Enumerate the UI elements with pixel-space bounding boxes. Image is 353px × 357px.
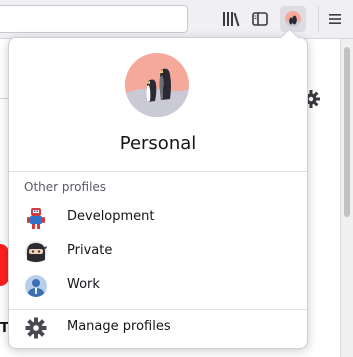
manage-profiles-label: Manage profiles [67,319,171,334]
robot-avatar-icon [27,208,45,229]
profile-label-work: Work [67,277,100,292]
panel-separator-top [9,171,307,172]
sidebar-button[interactable] [247,6,273,32]
library-button[interactable] [218,6,244,32]
app-menu-button[interactable] [322,6,348,32]
panel-separator-bottom [9,309,307,310]
gear-icon [25,317,47,339]
hamburger-menu-icon [329,14,341,24]
profile-avatar-icon [285,11,301,27]
scrollbar-thumb[interactable] [344,47,350,217]
profile-button[interactable] [280,6,306,32]
ninja-avatar-icon [25,241,47,263]
url-bar[interactable] [0,5,188,33]
profiles-panel: Personal Other profiles Development Priv… [8,37,308,349]
browser-toolbar [0,0,353,39]
library-icon [223,12,240,27]
current-profile-name: Personal [119,133,197,154]
page-scrollbar[interactable] [340,39,353,357]
manage-profiles-button[interactable]: Manage profiles [17,313,299,343]
other-profiles-heading: Other profiles [24,180,107,194]
penguin-avatar-icon [125,53,189,117]
toolbar-separator [318,6,319,32]
profile-label-development: Development [67,209,155,224]
profile-item-work[interactable]: Work [17,271,299,301]
sidebar-icon [252,12,268,26]
profile-label-private: Private [67,243,113,258]
profile-item-private[interactable]: Private [17,237,299,267]
person-avatar-icon [25,275,47,297]
profile-item-development[interactable]: Development [17,203,299,233]
